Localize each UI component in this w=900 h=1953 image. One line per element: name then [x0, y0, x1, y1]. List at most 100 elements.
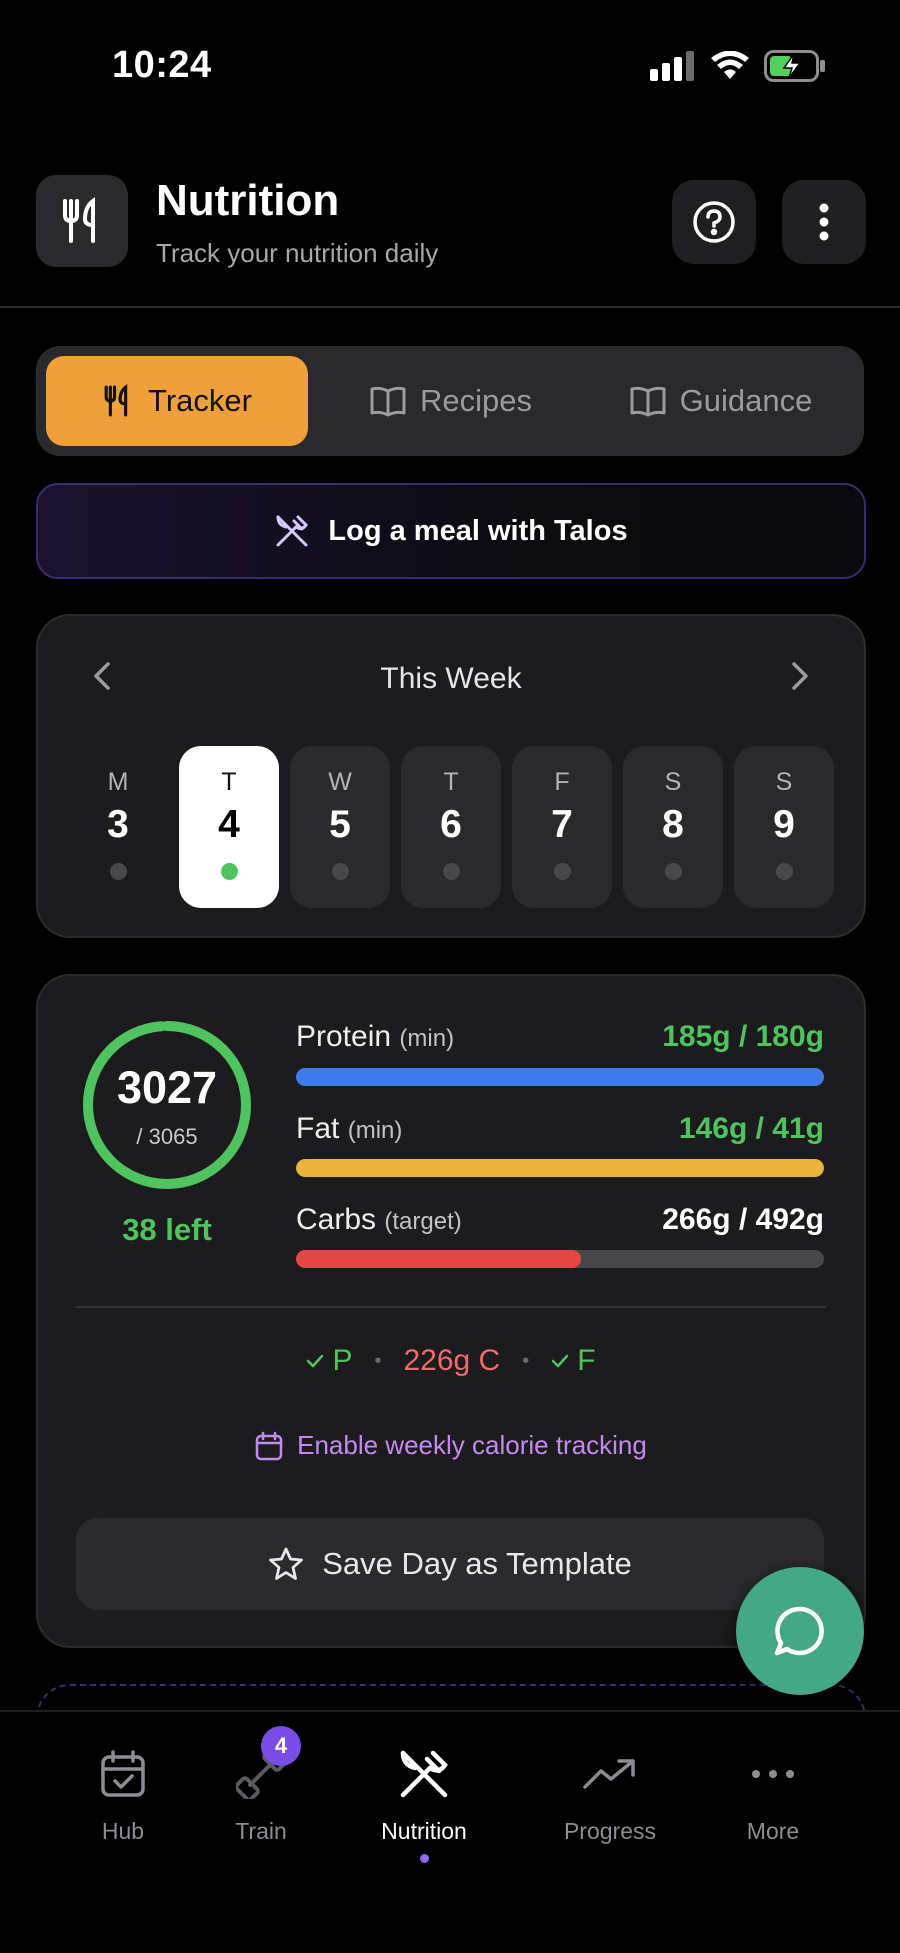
nav-hub-label: Hub [101, 1818, 145, 1844]
day-sunday[interactable]: S 9 [734, 746, 834, 908]
header-divider [0, 306, 900, 308]
day-letter: S [775, 768, 793, 796]
help-button[interactable] [672, 180, 756, 264]
log-meal-label: Log a meal with Talos [328, 514, 628, 547]
day-saturday[interactable]: S 8 [623, 746, 723, 908]
book-icon [630, 386, 666, 417]
summary-protein: P [306, 1344, 352, 1378]
save-template-label: Save Day as Template [322, 1546, 632, 1581]
check-icon [307, 1354, 324, 1368]
tab-recipes-label: Recipes [420, 383, 532, 418]
summary-carbs: 226g C [403, 1344, 501, 1377]
summary-fat: F [551, 1344, 596, 1378]
tab-guidance[interactable]: Guidance [586, 356, 856, 446]
summary-separator: • [374, 1349, 382, 1372]
nav-hub[interactable]: Hub [48, 1742, 198, 1845]
nutrition-summary-card: 3027 / 3065 38 left Protein (min) 185g /… [36, 974, 866, 1648]
tab-tracker[interactable]: Tracker [46, 356, 308, 446]
macro-protein-label: Protein [296, 1020, 392, 1053]
more-options-button[interactable] [782, 180, 866, 264]
day-monday[interactable]: M 3 [68, 746, 168, 908]
day-wednesday[interactable]: W 5 [290, 746, 390, 908]
calories-goal: / 3065 [136, 1124, 198, 1149]
utensils-crossed-icon [400, 1750, 448, 1798]
day-letter: S [664, 768, 682, 796]
macro-carbs-label: Carbs [296, 1203, 377, 1236]
day-indicator [331, 863, 349, 880]
page-subtitle: Track your nutrition daily [156, 238, 439, 268]
chat-fab-button[interactable] [736, 1567, 864, 1695]
day-friday[interactable]: F 7 [512, 746, 612, 908]
macro-protein-fill [296, 1068, 824, 1086]
day-indicator [109, 863, 127, 880]
macro-protein-value: 185g / 180g [662, 1020, 824, 1053]
day-indicator [664, 863, 682, 880]
signal-icon [650, 51, 694, 81]
save-day-template-button[interactable]: Save Day as Template [76, 1518, 824, 1610]
status-icons [650, 48, 826, 84]
wifi-icon [711, 51, 749, 79]
day-tuesday-selected[interactable]: T 4 [179, 746, 279, 908]
bottom-navigation: Hub Train 4 Nutrition Progress More [0, 1710, 900, 1953]
battery-charging-icon [764, 50, 825, 82]
macro-protein-name: Protein (min) [296, 1020, 454, 1054]
calories-left: 38 left [122, 1212, 212, 1247]
macro-carbs-fill [296, 1250, 582, 1268]
day-letter: W [328, 768, 352, 796]
macro-carbs-name: Carbs (target) [296, 1203, 462, 1237]
macro-protein-qualifier: (min) [399, 1025, 455, 1052]
day-letter: T [443, 768, 459, 796]
fork-knife-icon [63, 197, 95, 243]
chevron-right-icon [792, 662, 808, 690]
day-number: 8 [662, 803, 684, 846]
macro-carbs-qualifier: (target) [384, 1208, 462, 1235]
macro-fat-value: 146g / 41g [678, 1112, 824, 1145]
page-title: Nutrition [156, 176, 340, 225]
tab-recipes[interactable]: Recipes [326, 356, 576, 446]
day-number: 6 [440, 803, 462, 846]
enable-weekly-tracking-link[interactable]: Enable weekly calorie tracking [38, 1430, 864, 1461]
summary-fat-label: F [577, 1344, 596, 1377]
nav-more[interactable]: More [698, 1742, 848, 1845]
calendar-check-icon [101, 1750, 145, 1797]
macro-fat-name: Fat (min) [296, 1112, 402, 1146]
summary-separator: • [522, 1349, 530, 1372]
day-letter: T [221, 768, 237, 796]
macro-protein-bar [296, 1068, 824, 1086]
macro-summary: P • 226g C • F [38, 1344, 864, 1378]
train-badge: 4 [261, 1726, 301, 1766]
utensils-crossed-icon [276, 515, 309, 547]
nav-nutrition-label: Nutrition [381, 1818, 467, 1844]
week-card: This Week M 3 T 4 W 5 T 6 F 7 S 8 S 9 [36, 614, 866, 938]
macro-fat-bar [296, 1159, 824, 1177]
day-thursday[interactable]: T 6 [401, 746, 501, 908]
calendar-icon [255, 1431, 283, 1460]
app-logo [36, 175, 128, 267]
book-icon [370, 386, 406, 417]
week-title: This Week [380, 662, 522, 695]
day-number: 4 [218, 803, 240, 846]
more-vertical-icon [819, 203, 829, 241]
nav-nutrition[interactable]: Nutrition [349, 1742, 499, 1845]
day-number: 9 [773, 803, 795, 846]
day-indicator [553, 863, 571, 880]
trending-up-icon [583, 1759, 635, 1789]
star-icon [269, 1547, 304, 1580]
log-meal-button[interactable]: Log a meal with Talos [36, 483, 866, 579]
nav-active-indicator [420, 1854, 429, 1863]
fork-knife-icon [104, 384, 128, 417]
day-number: 7 [551, 803, 573, 846]
day-number: 3 [107, 803, 129, 846]
nav-train[interactable]: Train [186, 1742, 336, 1845]
card-divider [76, 1306, 826, 1308]
macro-fat-qualifier: (min) [347, 1117, 403, 1144]
day-indicator [775, 863, 793, 880]
day-number: 5 [329, 803, 351, 846]
message-circle-icon [774, 1606, 824, 1656]
nav-progress[interactable]: Progress [535, 1742, 685, 1845]
next-week-button[interactable] [780, 656, 820, 696]
day-letter: F [554, 768, 570, 796]
check-icon [551, 1354, 569, 1368]
macro-carbs-value: 266g / 492g [662, 1203, 824, 1236]
macro-fat-label: Fat [296, 1112, 340, 1145]
